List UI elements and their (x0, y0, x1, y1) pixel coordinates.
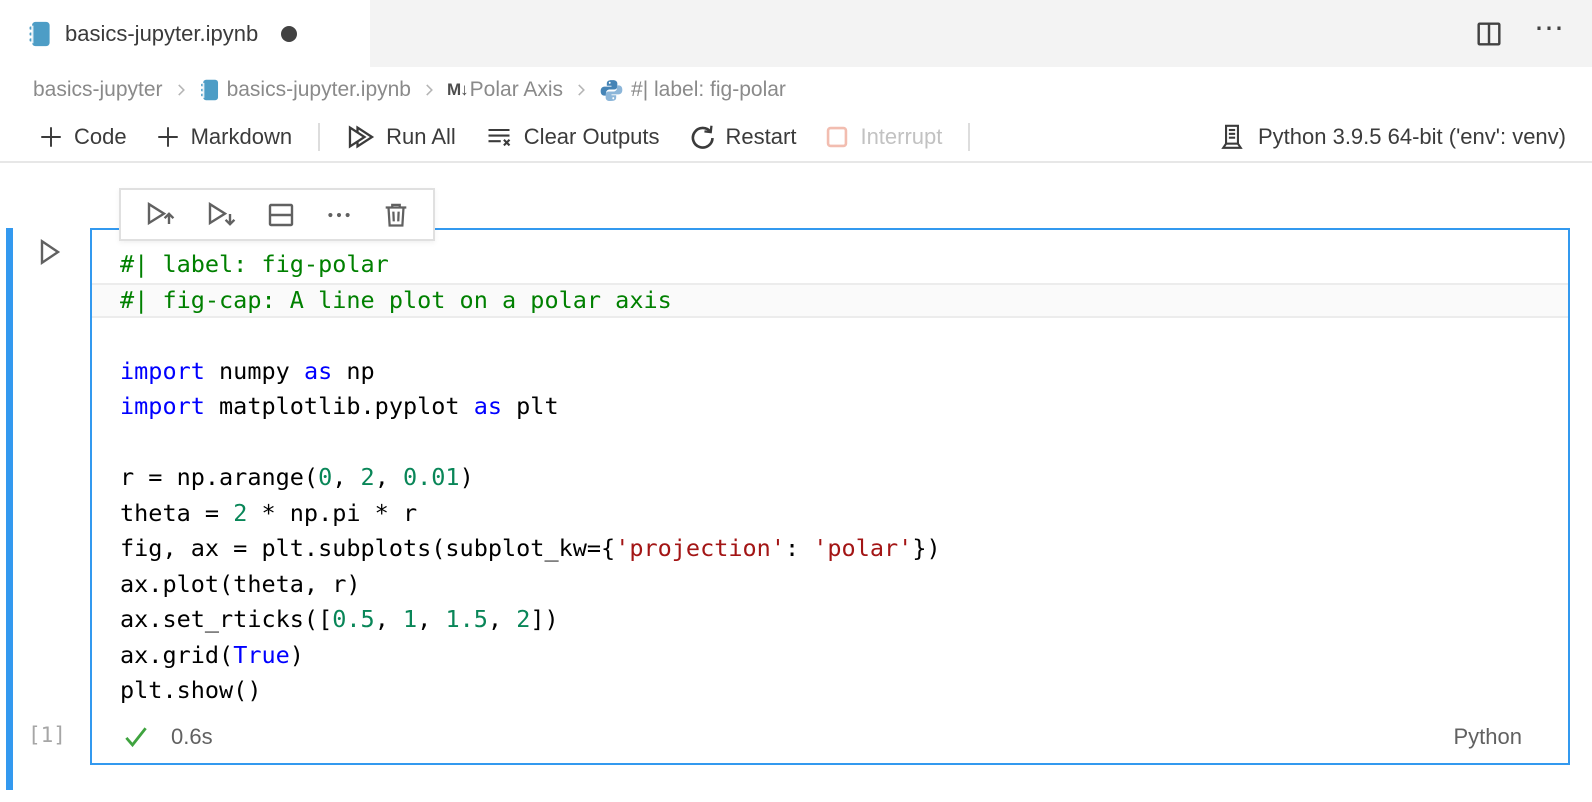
delete-cell-icon[interactable] (381, 199, 411, 231)
split-editor-icon[interactable] (1474, 19, 1504, 49)
execution-duration: 0.6s (171, 724, 213, 750)
breadcrumb-section[interactable]: M↓ Polar Axis (447, 78, 563, 102)
code-line[interactable]: fig, ax = plt.subplots(subplot_kw={'proj… (92, 531, 1568, 567)
chevron-right-icon (172, 81, 190, 99)
code-line[interactable]: ax.set_rticks([0.5, 1, 1.5, 2]) (92, 602, 1568, 638)
code-cell[interactable]: #| label: fig-polar#| fig-cap: A line pl… (90, 228, 1570, 765)
notebook-icon (199, 78, 220, 102)
add-code-button[interactable]: Code (24, 117, 141, 157)
restart-icon (688, 123, 716, 151)
code-line[interactable]: ax.grid(True) (92, 638, 1568, 674)
code-line[interactable]: import numpy as np (92, 354, 1568, 390)
run-all-icon (346, 123, 376, 151)
restart-button[interactable]: Restart (674, 117, 811, 157)
notebook-toolbar: Code Markdown Run All Clear Outputs (0, 113, 1592, 163)
code-line[interactable]: r = np.arange(0, 2, 0.01) (92, 460, 1568, 496)
success-check-icon (122, 724, 150, 750)
cell-more-actions-icon[interactable] (324, 200, 354, 230)
code-line[interactable]: #| fig-cap: A line plot on a polar axis (92, 283, 1568, 319)
add-markdown-button[interactable]: Markdown (141, 117, 306, 157)
tab-title: basics-jupyter.ipynb (65, 21, 258, 47)
code-line[interactable] (92, 318, 1568, 354)
code-editor[interactable]: #| label: fig-polar#| fig-cap: A line pl… (92, 230, 1568, 709)
code-lines: #| label: fig-polar#| fig-cap: A line pl… (92, 247, 1568, 709)
clear-outputs-icon (484, 123, 514, 151)
more-actions-icon[interactable]: ⋯ (1534, 14, 1566, 54)
clear-outputs-button[interactable]: Clear Outputs (470, 117, 674, 157)
split-cell-icon[interactable] (265, 199, 297, 231)
chevron-right-icon (420, 81, 438, 99)
breadcrumb-file[interactable]: basics-jupyter.ipynb (199, 78, 411, 102)
plus-icon (155, 124, 181, 150)
cell-toolbar (119, 188, 435, 241)
interrupt-button: Interrupt (810, 117, 956, 157)
cell-focus-indicator (6, 228, 13, 790)
run-above-icon[interactable] (143, 199, 177, 231)
run-all-button[interactable]: Run All (332, 117, 470, 157)
modified-dot-icon[interactable] (281, 26, 297, 42)
plus-icon (38, 124, 64, 150)
tab-bar: basics-jupyter.ipynb ⋯ (0, 0, 1592, 67)
chevron-right-icon (572, 81, 590, 99)
run-below-icon[interactable] (204, 199, 238, 231)
code-line[interactable]: import matplotlib.pyplot as plt (92, 389, 1568, 425)
language-picker[interactable]: Python (1454, 724, 1523, 750)
code-line[interactable]: ax.plot(theta, r) (92, 567, 1568, 603)
code-line[interactable]: plt.show() (92, 673, 1568, 709)
code-line[interactable]: theta = 2 * np.pi * r (92, 496, 1568, 532)
notebook-editor: [1] (0, 163, 1592, 800)
code-line[interactable]: #| label: fig-polar (92, 247, 1568, 283)
run-cell-button[interactable] (33, 236, 65, 268)
cell-status-bar: 0.6s Python (94, 713, 1566, 761)
interrupt-stop-icon (824, 124, 850, 150)
kernel-icon (1218, 123, 1246, 151)
breadcrumb: basics-jupyter basics-jupyter.ipynb M↓ P… (0, 67, 1592, 113)
execution-count: [1] (28, 723, 66, 747)
toolbar-divider (318, 123, 320, 151)
breadcrumb-folder[interactable]: basics-jupyter (33, 78, 163, 102)
notebook-icon (27, 20, 52, 48)
code-line[interactable] (92, 425, 1568, 461)
toolbar-divider (968, 123, 970, 151)
kernel-picker[interactable]: Python 3.9.5 64-bit ('env': venv) (1218, 123, 1568, 151)
markdown-cell-icon: M↓ (447, 80, 468, 100)
breadcrumb-cell[interactable]: #| label: fig-polar (599, 78, 786, 103)
python-icon (599, 78, 624, 103)
tab-basics-jupyter[interactable]: basics-jupyter.ipynb (0, 0, 370, 67)
